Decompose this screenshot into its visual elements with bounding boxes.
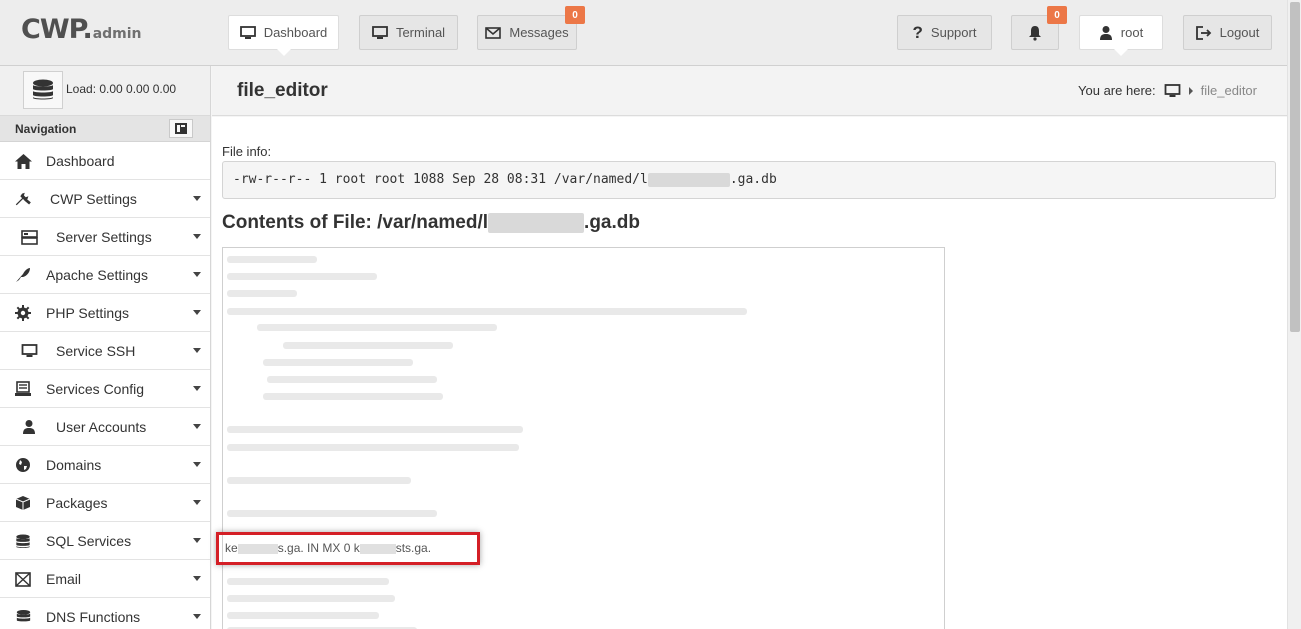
chevron-down-icon	[193, 310, 201, 315]
chevron-down-icon	[193, 196, 201, 201]
sidebar-item-label: Services Config	[46, 381, 145, 397]
sidebar-item-label: DNS Functions	[46, 609, 141, 625]
sidebar-item-email[interactable]: Email	[0, 560, 210, 598]
database-icon	[14, 533, 32, 549]
page-scrollbar[interactable]	[1287, 0, 1301, 629]
sidebar-item-label: SQL Services	[46, 533, 132, 549]
support-button[interactable]: ? Support	[897, 15, 992, 50]
page-title: file_editor	[237, 80, 328, 101]
bell-icon	[1027, 25, 1043, 41]
chevron-down-icon	[193, 272, 201, 277]
file-editor-textarea[interactable]	[222, 247, 945, 629]
sidebar-item-label: User Accounts	[56, 419, 147, 435]
sidebar-item-label: Dashboard	[46, 153, 115, 169]
dns-icon	[14, 609, 32, 625]
redacted-text	[647, 172, 730, 187]
sidebar-item-label: Server Settings	[56, 229, 152, 245]
chevron-down-icon	[193, 462, 201, 467]
messages-button[interactable]: Messages 0	[477, 6, 585, 50]
notifications-badge: 0	[1047, 6, 1067, 24]
navigation-title: Navigation	[15, 122, 77, 136]
monitor-icon[interactable]	[1164, 83, 1181, 98]
sidebar-item-sql-services[interactable]: SQL Services	[0, 522, 210, 560]
messages-badge: 0	[565, 6, 585, 24]
sidebar-item-label: Domains	[46, 457, 102, 473]
sidebar-item-cwp-settings[interactable]: CWP Settings	[0, 180, 210, 218]
package-icon	[14, 495, 32, 511]
redacted-text	[488, 212, 585, 233]
sidebar-item-php-settings[interactable]: PHP Settings	[0, 294, 210, 332]
mx-record-text: ke s.ga. IN MX 0 k sts.ga.	[225, 541, 432, 555]
monitor-icon	[372, 25, 388, 40]
sidebar-item-dashboard[interactable]: Dashboard	[0, 142, 210, 180]
sidebar-item-services-config[interactable]: Services Config	[0, 370, 210, 408]
sidebar: Load: 0.00 0.00 0.00 Navigation Dashboar…	[0, 66, 211, 629]
load-average: Load: 0.00 0.00 0.00	[66, 82, 177, 96]
dashboard-button[interactable]: Dashboard	[228, 15, 339, 56]
load-bar: Load: 0.00 0.00 0.00	[0, 66, 210, 116]
sidebar-toggle-button[interactable]	[169, 119, 193, 138]
user-menu-button[interactable]: root	[1079, 15, 1163, 56]
chevron-down-icon	[193, 538, 201, 543]
contents-heading: Contents of File: /var/named/l .ga.db	[222, 212, 640, 233]
envelope-icon	[14, 571, 32, 587]
user-icon	[20, 419, 38, 435]
logout-button[interactable]: Logout	[1183, 15, 1272, 50]
sidebar-item-label: Packages	[46, 495, 108, 511]
nav-list: Dashboard CWP Settings Server Settings Apac…	[0, 142, 210, 629]
logout-icon	[1195, 25, 1212, 40]
sidebar-item-label: Service SSH	[56, 343, 136, 359]
scrollbar-thumb[interactable]	[1290, 2, 1300, 332]
file-info-label: File info:	[222, 144, 272, 159]
breadcrumb-arrow-icon	[1188, 86, 1193, 95]
chevron-down-icon	[193, 614, 201, 619]
terminal-button[interactable]: Terminal	[359, 15, 458, 50]
sidebar-item-label: Email	[46, 571, 82, 587]
breadcrumb: You are here: file_editor	[1078, 83, 1257, 98]
cwp-logo[interactable]: CWP.admin	[21, 14, 142, 45]
navigation-header: Navigation	[0, 116, 210, 142]
redacted-text	[359, 543, 396, 554]
sidebar-item-label: Apache Settings	[46, 267, 148, 283]
monitor-icon	[20, 343, 38, 359]
globe-icon	[14, 457, 32, 473]
user-icon	[1099, 25, 1113, 41]
notifications-button[interactable]: 0	[1011, 6, 1067, 50]
chevron-down-icon	[193, 500, 201, 505]
feather-icon	[14, 267, 32, 283]
main-content: File info: -rw-r--r-- 1 root root 1088 S…	[212, 117, 1287, 629]
sidebar-item-label: CWP Settings	[50, 191, 137, 207]
chevron-down-icon	[193, 576, 201, 581]
chevron-down-icon	[193, 234, 201, 239]
page-header: file_editor You are here: file_editor	[212, 66, 1287, 116]
chevron-down-icon	[193, 348, 201, 353]
home-icon	[14, 153, 32, 169]
monitor-icon	[239, 25, 256, 40]
top-bar: CWP.admin Dashboard Terminal Messages 0 …	[0, 0, 1287, 66]
sidebar-item-label: PHP Settings	[46, 305, 130, 321]
breadcrumb-current: file_editor	[1200, 83, 1257, 98]
sidebar-item-apache-settings[interactable]: Apache Settings	[0, 256, 210, 294]
chevron-down-icon	[193, 424, 201, 429]
gear-icon	[14, 305, 32, 321]
sidebar-item-service-ssh[interactable]: Service SSH	[0, 332, 210, 370]
sidebar-item-domains[interactable]: Domains	[0, 446, 210, 484]
sidebar-item-dns-functions[interactable]: DNS Functions	[0, 598, 210, 629]
question-icon: ?	[912, 22, 923, 42]
sidebar-item-packages[interactable]: Packages	[0, 484, 210, 522]
breadcrumb-label: You are here:	[1078, 83, 1156, 98]
server-icon	[20, 229, 38, 245]
sidebar-item-server-settings[interactable]: Server Settings	[0, 218, 210, 256]
envelope-icon	[485, 26, 502, 39]
database-icon[interactable]	[23, 71, 63, 109]
file-info-box: -rw-r--r-- 1 root root 1088 Sep 28 08:31…	[222, 161, 1276, 199]
chevron-down-icon	[193, 386, 201, 391]
sidebar-item-user-accounts[interactable]: User Accounts	[0, 408, 210, 446]
config-icon	[14, 381, 32, 397]
redacted-text	[237, 543, 278, 554]
wrench-icon	[14, 191, 32, 207]
